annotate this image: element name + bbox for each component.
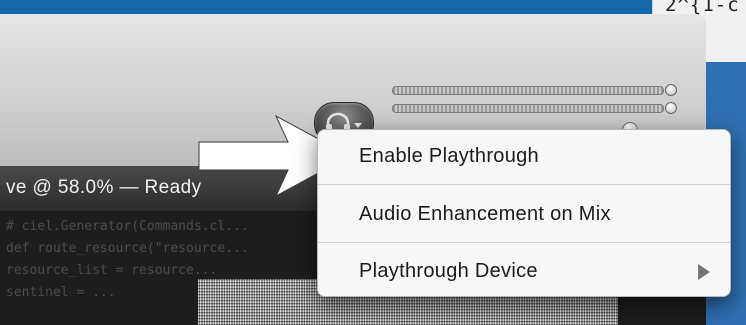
status-text: ve @ 58.0% — Ready <box>6 177 202 198</box>
menu-item-label: Playthrough Device <box>359 260 538 282</box>
menu-item-enable-playthrough[interactable]: Enable Playthrough <box>318 132 730 182</box>
code-line: resource_list = resource... <box>6 263 218 278</box>
submenu-arrow-icon <box>698 264 710 280</box>
menu-item-label: Enable Playthrough <box>359 145 539 167</box>
menu-item-playthrough-device[interactable]: Playthrough Device <box>318 247 730 297</box>
menu-separator <box>318 242 730 243</box>
code-line: def route_resource("resource... <box>6 241 249 256</box>
context-menu: Enable Playthrough Audio Enhancement on … <box>317 129 731 297</box>
slider-knob-2[interactable] <box>665 102 677 114</box>
menu-item-label: Audio Enhancement on Mix <box>359 203 611 225</box>
volume-slider-2[interactable] <box>392 104 664 113</box>
menu-item-audio-enhancement[interactable]: Audio Enhancement on Mix <box>318 190 730 240</box>
code-line: # ciel.Generator(Commands.cl... <box>6 219 249 234</box>
code-line: sentinel = ... <box>6 285 116 300</box>
volume-slider-1[interactable] <box>392 86 664 95</box>
menu-separator <box>318 184 730 185</box>
desktop-background <box>0 0 746 14</box>
slider-knob-1[interactable] <box>665 84 677 96</box>
